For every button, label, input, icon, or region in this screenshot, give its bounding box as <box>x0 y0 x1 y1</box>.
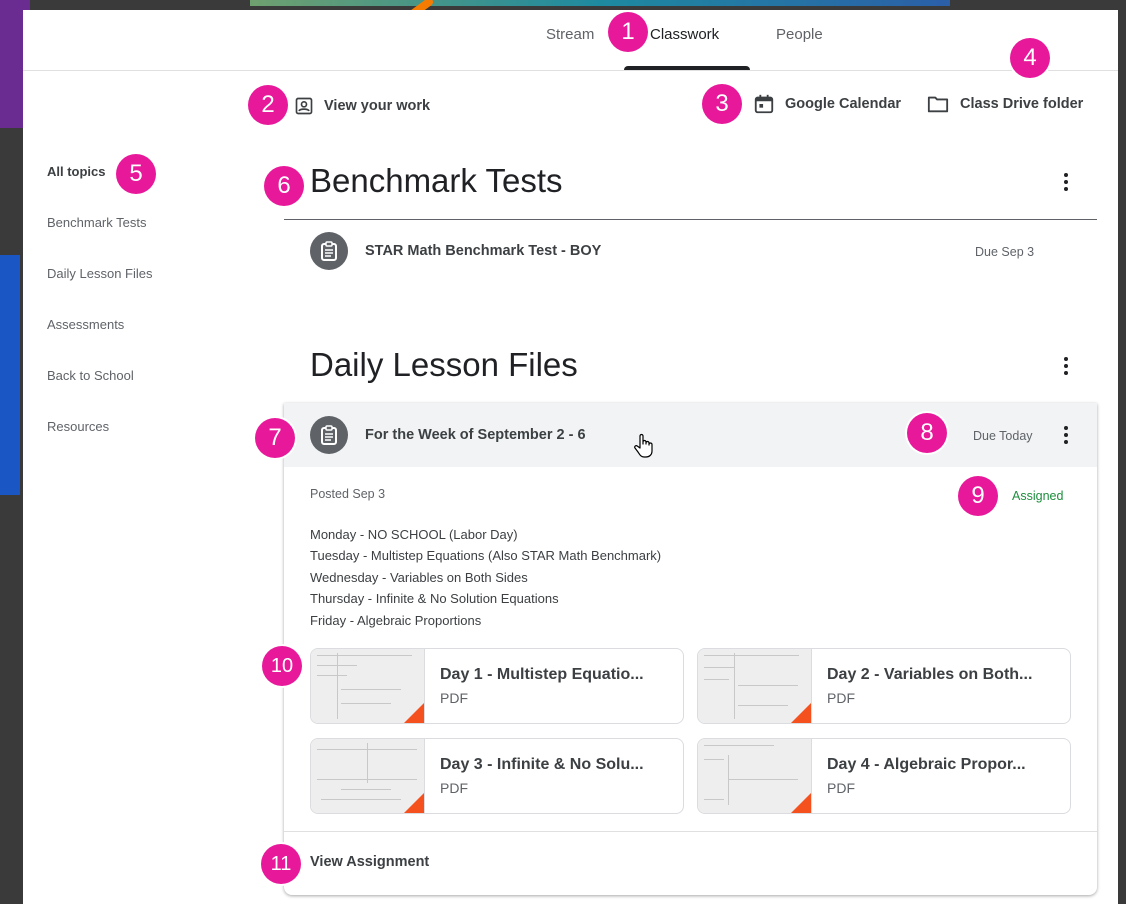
pdf-corner-icon <box>791 793 811 813</box>
annotation-badge: 9 <box>958 476 998 516</box>
posted-date: Posted Sep 3 <box>310 487 386 501</box>
annotation-badge: 5 <box>116 154 156 194</box>
topic-title-daily-lesson-files: Daily Lesson Files <box>310 346 578 383</box>
annotation-badge: 1 <box>608 12 648 52</box>
tab-people[interactable]: People <box>776 26 823 43</box>
attachment-title: Day 3 - Infinite & No Solu... <box>440 756 644 773</box>
google-calendar-label: Google Calendar <box>785 96 902 112</box>
annotation-badge: 3 <box>702 84 742 124</box>
description-line: Monday - NO SCHOOL (Labor Day) <box>310 527 518 542</box>
assignment-status: Assigned <box>1012 489 1064 503</box>
assignment-more-options-icon[interactable] <box>1064 426 1068 447</box>
pdf-corner-icon <box>404 703 424 723</box>
sidebar-item-resources[interactable]: Resources <box>47 419 109 434</box>
description-line: Tuesday - Multistep Equations (Also STAR… <box>310 548 662 563</box>
google-calendar-button[interactable]: Google Calendar <box>753 93 901 115</box>
attachment-title: Day 4 - Algebraic Propor... <box>827 756 1026 773</box>
topic-divider <box>284 219 1097 220</box>
tab-classwork[interactable]: Classwork <box>650 26 719 43</box>
tab-stream[interactable]: Stream <box>546 26 594 43</box>
assignment-title[interactable]: For the Week of September 2 - 6 <box>365 427 586 443</box>
attachment-title: Day 1 - Multistep Equatio... <box>440 666 644 683</box>
topic-title-benchmark-tests: Benchmark Tests <box>310 162 563 199</box>
description-line: Thursday - Infinite & No Solution Equati… <box>310 591 559 606</box>
sidebar-item-back-to-school[interactable]: Back to School <box>47 368 134 383</box>
attachment-card[interactable]: Day 4 - Algebraic Propor... PDF <box>697 738 1071 814</box>
background-top-strip <box>250 0 950 6</box>
view-assignment-link[interactable]: View Assignment <box>310 854 429 870</box>
view-your-work-label: View your work <box>324 98 431 114</box>
card-footer-divider <box>284 831 1097 832</box>
annotation-badge: 8 <box>907 413 947 453</box>
pdf-corner-icon <box>404 793 424 813</box>
annotation-badge: 7 <box>255 418 295 458</box>
attachment-type: PDF <box>827 780 855 796</box>
attachment-title: Day 2 - Variables on Both... <box>827 666 1033 683</box>
topic-more-options-icon[interactable] <box>1064 357 1068 378</box>
annotation-badge: 6 <box>264 166 304 206</box>
active-tab-indicator <box>624 66 750 70</box>
attachment-card[interactable]: Day 3 - Infinite & No Solu... PDF <box>310 738 684 814</box>
class-drive-folder-label: Class Drive folder <box>960 96 1084 112</box>
folder-icon <box>927 96 949 113</box>
attachment-card[interactable]: Day 2 - Variables on Both... PDF <box>697 648 1071 724</box>
attachment-type: PDF <box>440 690 468 706</box>
sidebar-item-benchmark-tests[interactable]: Benchmark Tests <box>47 215 146 230</box>
hand-cursor-icon <box>634 433 653 458</box>
attachment-type: PDF <box>440 780 468 796</box>
sidebar-item-all-topics[interactable]: All topics <box>47 164 106 179</box>
assignment-icon <box>310 416 348 454</box>
top-tab-bar: Stream Classwork People <box>23 10 1118 71</box>
calendar-icon <box>754 94 774 114</box>
assignment-ind-icon <box>295 97 313 115</box>
classroom-window: Stream Classwork People View your work G… <box>23 10 1118 904</box>
attachment-card[interactable]: Day 1 - Multistep Equatio... PDF <box>310 648 684 724</box>
pdf-thumbnail <box>311 649 425 723</box>
pdf-thumbnail <box>698 739 812 813</box>
pdf-thumbnail <box>698 649 812 723</box>
sidebar-item-assessments[interactable]: Assessments <box>47 317 124 332</box>
due-date: Due Sep 3 <box>975 245 1035 259</box>
assignment-icon <box>310 232 348 270</box>
assignment-header-row[interactable]: For the Week of September 2 - 6 Due Toda… <box>284 403 1097 467</box>
annotation-badge: 10 <box>262 646 302 686</box>
topic-more-options-icon[interactable] <box>1064 173 1068 194</box>
description-line: Friday - Algebraic Proportions <box>310 613 482 628</box>
annotation-badge: 2 <box>248 85 288 125</box>
assignment-title[interactable]: STAR Math Benchmark Test - BOY <box>365 243 601 259</box>
pdf-corner-icon <box>791 703 811 723</box>
annotation-badge: 4 <box>1010 38 1050 78</box>
due-date: Due Today <box>973 429 1033 443</box>
pdf-thumbnail <box>311 739 425 813</box>
description-line: Wednesday - Variables on Both Sides <box>310 570 528 585</box>
view-your-work-button[interactable]: View your work <box>294 96 430 116</box>
annotation-badge: 11 <box>261 844 301 884</box>
attachment-type: PDF <box>827 690 855 706</box>
sidebar-item-daily-lesson-files[interactable]: Daily Lesson Files <box>47 266 153 281</box>
class-drive-folder-button[interactable]: Class Drive folder <box>926 93 1083 115</box>
background-blue-panel <box>0 255 20 495</box>
